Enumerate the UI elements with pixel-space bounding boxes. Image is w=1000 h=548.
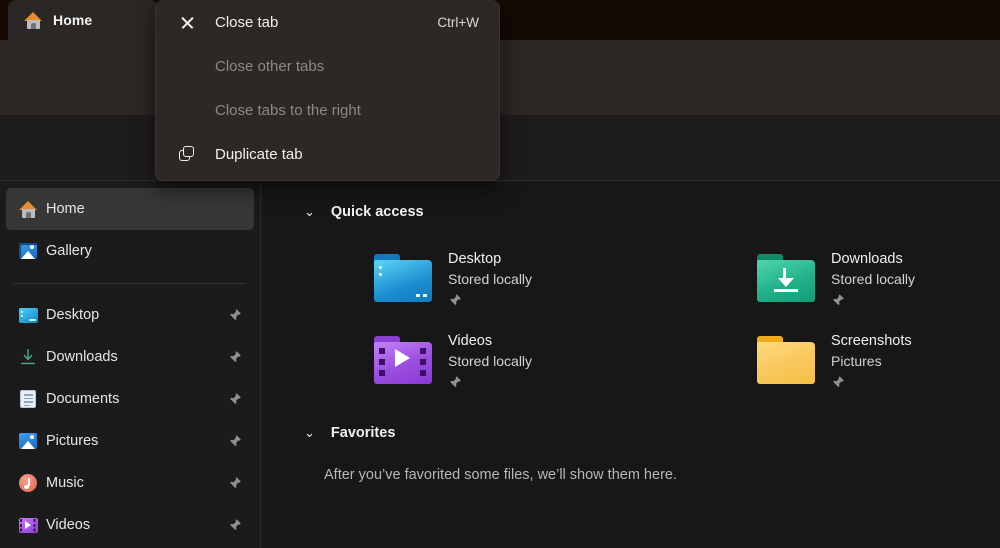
pictures-icon [18, 431, 38, 451]
desktop-icon [18, 305, 38, 325]
empty-icon-slot [178, 101, 196, 119]
sidebar-item-label: Downloads [46, 349, 118, 365]
sidebar-item-downloads[interactable]: Downloads [6, 336, 254, 378]
quick-access-header[interactable]: ⌄ Quick access [304, 204, 424, 220]
sidebar-item-label: Music [46, 475, 84, 491]
quick-access-tile[interactable]: Screenshots Pictures [757, 332, 912, 389]
pin-icon[interactable] [228, 350, 242, 364]
pin-icon[interactable] [228, 392, 242, 406]
sidebar-item-label: Gallery [46, 243, 92, 259]
menu-item-label: Close other tabs [215, 58, 324, 75]
tile-name: Screenshots [831, 332, 912, 351]
tab-context-menu[interactable]: Close tab Ctrl+W Close other tabs Close … [155, 0, 500, 181]
documents-icon [18, 389, 38, 409]
file-explorer-window: Home ← → New ⌄ Sort ⌄ [0, 0, 1000, 548]
duplicate-icon [178, 145, 196, 163]
sidebar-item-music[interactable]: Music [6, 462, 254, 504]
pin-icon[interactable] [228, 518, 242, 532]
pin-icon [831, 293, 845, 307]
navigation-pane[interactable]: Home Gallery Desktop Downloads [0, 182, 261, 548]
quick-access-tile[interactable]: Downloads Stored locally [757, 250, 915, 307]
tile-subtitle: Pictures [831, 351, 912, 372]
sidebar-item-videos[interactable]: Videos [6, 504, 254, 546]
tile-name: Desktop [448, 250, 532, 269]
gallery-icon [18, 241, 38, 261]
desktop-folder-icon [374, 254, 432, 302]
navigation-bar: ← → [0, 40, 1000, 115]
pin-icon[interactable] [228, 308, 242, 322]
videos-icon [18, 515, 38, 535]
home-icon [24, 12, 43, 29]
download-icon [18, 347, 38, 367]
title-bar: Home [0, 0, 1000, 40]
quick-access-title: Quick access [331, 204, 424, 220]
sidebar-item-label: Home [46, 201, 85, 217]
sidebar-item-label: Documents [46, 391, 119, 407]
pin-icon [448, 375, 462, 389]
quick-access-tile[interactable]: Videos Stored locally [374, 332, 532, 389]
menu-item-label: Close tab [215, 14, 278, 31]
sidebar-item-label: Desktop [46, 307, 99, 323]
favorites-empty-message: After you’ve favorited some files, we’ll… [324, 467, 677, 483]
content-pane: ⌄ Quick access Desktop Stored locally [262, 182, 1000, 548]
menu-item-close-tabs-to-right: Close tabs to the right [156, 88, 499, 132]
tile-subtitle: Stored locally [448, 351, 532, 372]
menu-item-shortcut: Ctrl+W [437, 15, 479, 30]
tab-label: Home [53, 12, 92, 28]
favorites-header[interactable]: ⌄ Favorites [304, 425, 395, 441]
pin-icon[interactable] [228, 476, 242, 490]
sidebar-item-label: Videos [46, 517, 90, 533]
pin-icon [831, 375, 845, 389]
tile-subtitle: Stored locally [831, 269, 915, 290]
tile-name: Downloads [831, 250, 915, 269]
pin-icon [448, 293, 462, 307]
menu-item-close-other-tabs: Close other tabs [156, 44, 499, 88]
pin-icon[interactable] [228, 434, 242, 448]
favorites-title: Favorites [331, 425, 395, 441]
tile-subtitle: Stored locally [448, 269, 532, 290]
empty-icon-slot [178, 57, 196, 75]
menu-item-label: Close tabs to the right [215, 102, 361, 119]
menu-item-duplicate-tab[interactable]: Duplicate tab [156, 132, 499, 176]
sidebar-item-home[interactable]: Home [6, 188, 254, 230]
sidebar-item-gallery[interactable]: Gallery [6, 230, 254, 272]
sidebar-item-documents[interactable]: Documents [6, 378, 254, 420]
downloads-folder-icon [757, 254, 815, 302]
chevron-down-icon: ⌄ [304, 425, 315, 441]
sidebar-item-pictures[interactable]: Pictures [6, 420, 254, 462]
tile-name: Videos [448, 332, 532, 351]
screenshots-folder-icon [757, 336, 815, 384]
command-bar: New ⌄ Sort ⌄ View ⌄ [0, 115, 1000, 181]
sidebar-item-label: Pictures [46, 433, 98, 449]
menu-item-close-tab[interactable]: Close tab Ctrl+W [156, 0, 499, 44]
tab-home[interactable]: Home [8, 0, 158, 40]
home-icon [18, 199, 38, 219]
chevron-down-icon: ⌄ [304, 204, 315, 220]
sidebar-item-desktop[interactable]: Desktop [6, 294, 254, 336]
videos-folder-icon [374, 336, 432, 384]
quick-access-tile[interactable]: Desktop Stored locally [374, 250, 532, 307]
close-icon [178, 13, 196, 31]
music-icon [18, 473, 38, 493]
sidebar-divider [14, 283, 246, 284]
menu-item-label: Duplicate tab [215, 146, 303, 163]
